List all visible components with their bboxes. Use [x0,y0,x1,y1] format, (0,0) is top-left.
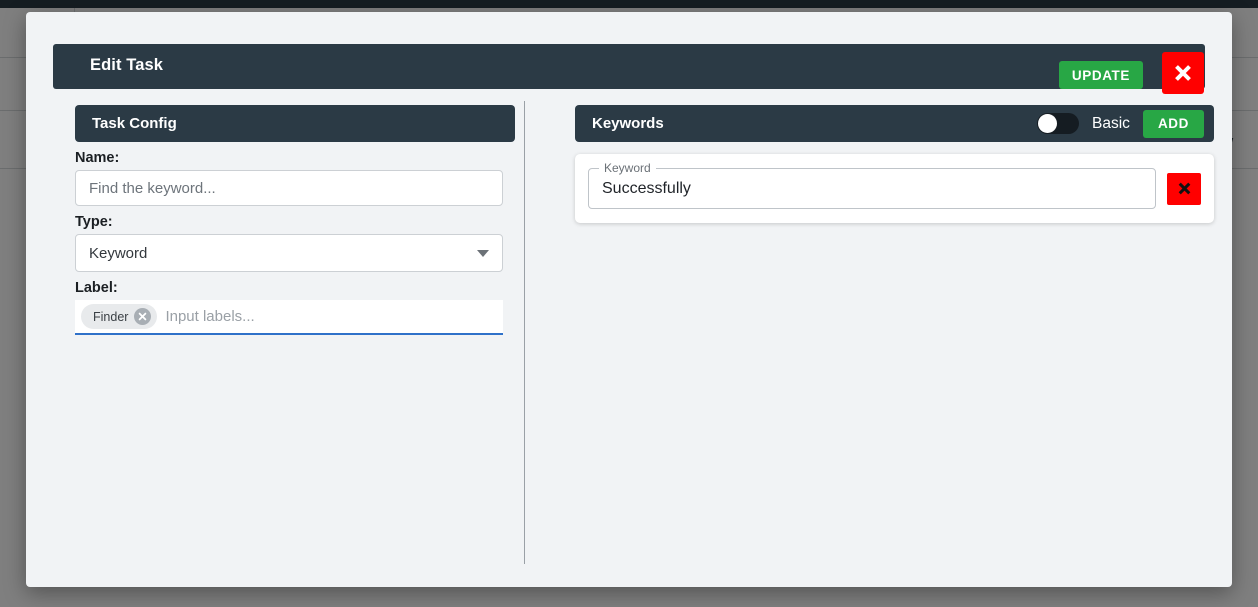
edit-task-modal: Edit Task UPDATE Task Config Name: Type:… [26,12,1232,587]
type-select[interactable]: Keyword [75,234,503,272]
name-input[interactable] [75,170,503,206]
keywords-heading-label: Keywords [592,115,664,132]
basic-mode-toggle-label: Basic [1092,114,1130,132]
label-chip[interactable]: Finder [81,304,158,329]
labels-input[interactable] [157,307,497,326]
modal-header: Edit Task UPDATE [53,44,1205,94]
basic-mode-toggle[interactable] [1037,113,1080,134]
label-chip-text: Finder [93,309,129,324]
close-icon [1176,180,1193,197]
update-button[interactable]: UPDATE [1058,61,1143,89]
keywords-heading-controls: Basic ADD [1037,105,1204,142]
keyword-input[interactable] [589,169,1155,208]
type-field-label: Type: [75,214,113,230]
page-title: Edit Task [90,56,164,74]
keyword-row: Keyword [588,161,1201,209]
keyword-list-card: Keyword [575,154,1214,223]
label-field-label: Label: [75,280,118,296]
basic-mode-toggle-knob [1038,114,1058,133]
labels-field[interactable]: Finder [75,300,503,335]
circle-close-icon[interactable] [134,308,152,325]
add-keyword-button[interactable]: ADD [1142,109,1204,138]
keyword-field: Keyword [588,161,1156,209]
keywords-heading: Keywords Basic ADD [575,105,1214,142]
close-button[interactable] [1162,52,1204,94]
type-select-wrapper: Keyword [75,234,503,272]
keywords-panel: Keywords Basic ADD Keyword [575,105,1214,223]
name-field-label: Name: [75,150,120,166]
close-icon [1172,62,1194,84]
task-config-panel: Task Config Name: Type: Keyword Label: F… [75,105,515,335]
panel-divider [524,101,525,564]
delete-keyword-button[interactable] [1167,172,1201,205]
task-config-heading: Task Config [75,105,515,142]
